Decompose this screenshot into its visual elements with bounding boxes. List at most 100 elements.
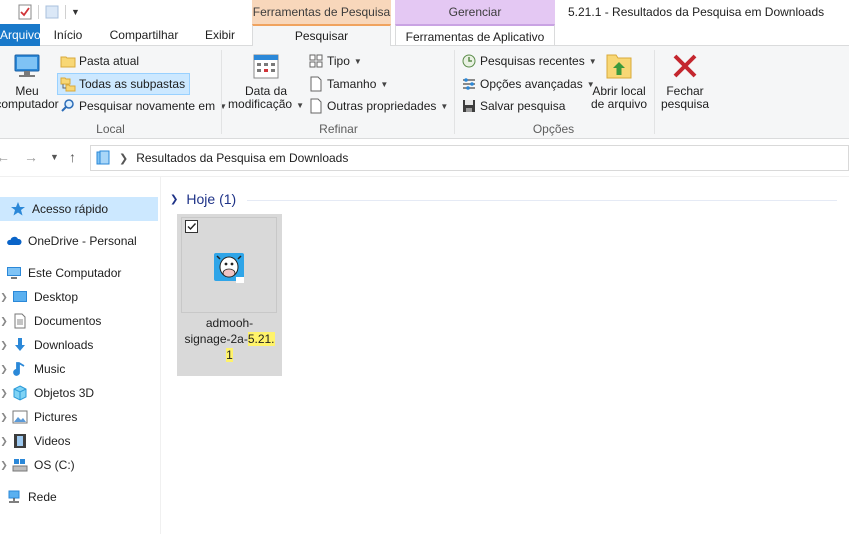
save-search-button[interactable]: Salvar pesquisa — [461, 95, 565, 117]
file-item[interactable]: admooh- signage-2a-5.21. 1 — [177, 214, 282, 376]
tab-app-tools[interactable]: Ferramentas de Aplicativo — [395, 24, 555, 47]
expand-chevron-icon[interactable]: ❯ — [0, 412, 8, 423]
current-folder-button[interactable]: Pasta atual — [60, 50, 139, 72]
nav-item-3d-objects[interactable]: ❯ Objetos 3D — [0, 381, 158, 405]
recent-locations-chevron-icon[interactable]: ▼ — [50, 152, 59, 162]
nav-item-label: Objetos 3D — [34, 386, 95, 400]
expand-chevron-icon[interactable]: ❯ — [0, 388, 8, 399]
size-button[interactable]: Tamanho ▼ — [308, 73, 388, 95]
nav-item-label: Desktop — [34, 290, 79, 304]
search-folder-icon — [60, 98, 76, 114]
expand-chevron-icon[interactable]: ❯ — [0, 340, 8, 351]
group-header[interactable]: ❯ Hoje (1) — [170, 191, 236, 207]
other-properties-button[interactable]: Outras propriedades ▼ — [308, 95, 448, 117]
chevron-down-icon: ▼ — [353, 56, 362, 66]
nav-item-os-drive[interactable]: ❯ OS (C:) — [0, 453, 158, 477]
ribbon-tabs: Arquivo Início Compartilhar Exibir Pesqu… — [0, 24, 849, 47]
expand-chevron-icon[interactable]: ❯ — [0, 364, 8, 375]
advanced-options-button[interactable]: Opções avançadas ▼ — [461, 73, 595, 95]
nav-item-label: Videos — [34, 434, 71, 448]
nav-item-label: Rede — [28, 490, 57, 504]
file-list: ❯ Hoje (1) admooh- signage-2a-5.21. 1 — [162, 177, 849, 534]
date-modified-button[interactable]: Data da modificação ▼ — [228, 50, 304, 112]
breadcrumb[interactable]: Resultados da Pesquisa em Downloads — [136, 151, 348, 165]
cloud-icon — [6, 233, 22, 249]
nav-item-music[interactable]: ❯ Music — [0, 357, 158, 381]
group-header-divider — [247, 200, 837, 201]
breadcrumb-chevron-icon[interactable]: ❯ — [119, 152, 128, 165]
open-file-location-button[interactable]: Abrir local de arquivo — [587, 50, 651, 111]
quick-access-toolbar: ▼ — [0, 0, 80, 24]
address-bar[interactable]: ❯ Resultados da Pesquisa em Downloads — [90, 145, 849, 171]
new-folder-icon[interactable] — [44, 4, 60, 20]
navigation-pane: Acesso rápido OneDrive - Personal Este C… — [0, 177, 161, 534]
navigation-bar: ← → ▼ ↑ ❯ Resultados da Pesquisa em Down… — [0, 139, 849, 177]
search-again-label: Pesquisar novamente em — [79, 99, 216, 113]
app-file-icon — [212, 249, 248, 285]
search-results-icon — [95, 150, 111, 166]
type-button[interactable]: Tipo ▼ — [308, 50, 362, 72]
file-name-part: admooh- — [205, 316, 254, 330]
nav-item-downloads[interactable]: ❯ Downloads — [0, 333, 158, 357]
nav-item-label: Pictures — [34, 410, 78, 424]
up-arrow-icon[interactable]: ↑ — [69, 149, 76, 165]
group-header-label: Hoje (1) — [186, 191, 237, 207]
tab-view[interactable]: Exibir — [198, 24, 242, 46]
group-refine-label: Refinar — [319, 122, 358, 136]
collapse-chevron-icon[interactable]: ❯ — [170, 194, 178, 205]
save-search-label: Salvar pesquisa — [480, 99, 566, 113]
nav-item-quick-access[interactable]: Acesso rápido — [0, 197, 158, 221]
cube-icon — [12, 385, 28, 401]
file-name-part: signage-2a- — [184, 332, 248, 346]
pictures-icon — [12, 409, 28, 425]
tab-search[interactable]: Pesquisar — [252, 24, 391, 47]
expand-chevron-icon[interactable]: ❯ — [0, 436, 8, 447]
file-name: admooh- signage-2a-5.21. 1 — [177, 315, 282, 363]
size-label: Tamanho — [327, 77, 377, 91]
size-icon — [308, 76, 324, 92]
expand-chevron-icon[interactable]: ❯ — [0, 292, 8, 303]
nav-item-network[interactable]: Rede — [0, 485, 158, 509]
music-icon — [12, 361, 28, 377]
documents-icon — [12, 313, 28, 329]
close-search-label-2: pesquisa — [660, 97, 710, 111]
recent-searches-label: Pesquisas recentes — [480, 54, 585, 68]
calendar-icon — [250, 50, 282, 82]
nav-item-documents[interactable]: ❯ Documentos — [0, 309, 158, 333]
nav-item-videos[interactable]: ❯ Videos — [0, 429, 158, 453]
nav-item-desktop[interactable]: ❯ Desktop — [0, 285, 158, 309]
type-icon — [308, 53, 324, 69]
select-checkbox[interactable] — [185, 220, 198, 233]
group-options: Pesquisas recentes ▼ Opções avançadas ▼ … — [455, 46, 655, 139]
close-search-button[interactable]: Fechar pesquisa — [660, 50, 710, 111]
search-tools-context-label: Ferramentas de Pesquisa — [252, 0, 391, 24]
nav-item-pictures[interactable]: ❯ Pictures — [0, 405, 158, 429]
qat-dropdown-icon[interactable]: ▼ — [71, 7, 80, 17]
chevron-down-icon: ▼ — [380, 79, 389, 89]
chevron-down-icon: ▼ — [440, 101, 449, 111]
nav-item-this-pc[interactable]: Este Computador — [0, 261, 158, 285]
properties-icon[interactable] — [17, 4, 33, 20]
expand-chevron-icon[interactable]: ❯ — [0, 316, 8, 327]
current-folder-label: Pasta atual — [79, 54, 140, 68]
group-separator — [654, 50, 655, 134]
date-modified-label-2: modificação ▼ — [228, 97, 304, 111]
tab-home[interactable]: Início — [46, 24, 90, 46]
nav-item-label: Este Computador — [28, 266, 122, 280]
recent-searches-button[interactable]: Pesquisas recentes ▼ — [461, 50, 597, 72]
tab-file[interactable]: Arquivo — [0, 24, 40, 46]
folder-icon — [60, 53, 76, 69]
tab-share[interactable]: Compartilhar — [102, 24, 186, 46]
this-pc-button[interactable]: Meu computador — [0, 50, 59, 111]
group-local-label: Local — [96, 122, 125, 136]
file-thumbnail — [181, 217, 277, 313]
all-subfolders-button[interactable]: Todas as subpastas — [57, 73, 191, 95]
back-arrow-icon[interactable]: ← — [0, 149, 10, 165]
group-local: Meu computador Pasta atual Todas as subp… — [0, 46, 227, 139]
forward-arrow-icon[interactable]: → — [24, 149, 38, 165]
nav-item-onedrive[interactable]: OneDrive - Personal — [0, 229, 158, 253]
expand-chevron-icon[interactable]: ❯ — [0, 460, 8, 471]
search-again-button[interactable]: Pesquisar novamente em ▼ — [60, 95, 227, 117]
nav-item-label: Acesso rápido — [32, 202, 109, 216]
open-file-location-label-2: de arquivo — [590, 97, 648, 111]
